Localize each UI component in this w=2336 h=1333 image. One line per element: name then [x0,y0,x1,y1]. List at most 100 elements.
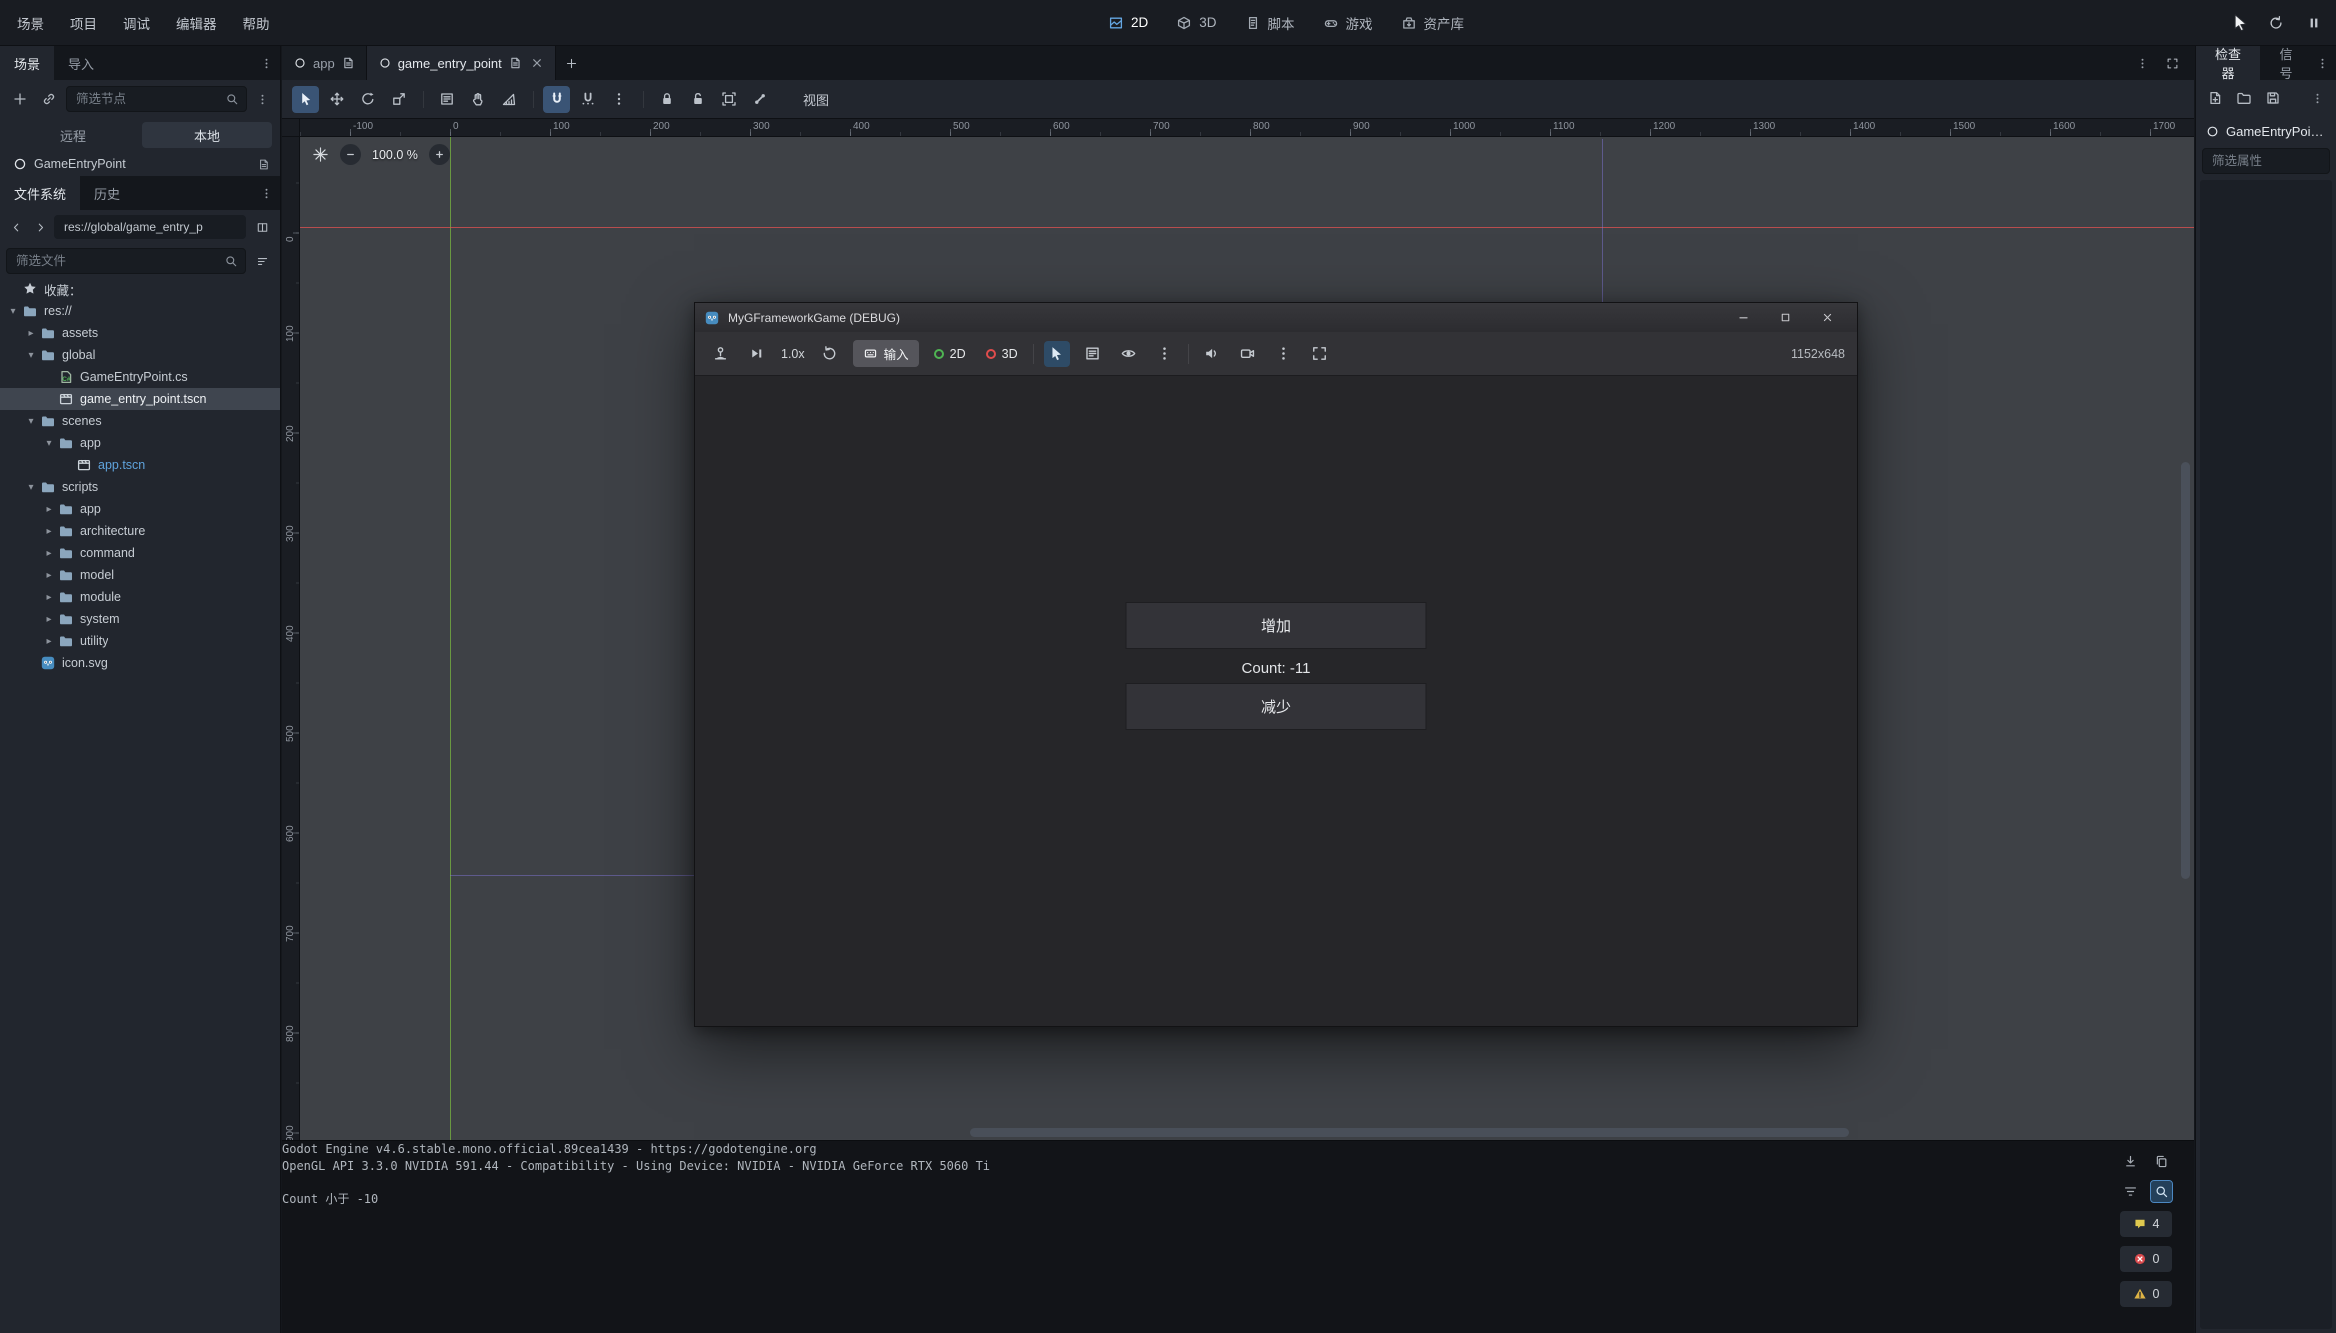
canvas[interactable]: 100.0 % MyGFrameworkGame (DEBUG) [300,137,2194,1140]
filter-messages-button[interactable] [2120,1181,2141,1202]
mode-2d-button[interactable]: 2D [929,343,971,365]
restart-game-button[interactable] [2264,11,2288,35]
game-node-list-button[interactable] [1080,341,1106,367]
mute-audio-button[interactable] [1199,341,1225,367]
menu-help[interactable]: 帮助 [230,0,283,45]
debug-session-icon[interactable] [707,341,733,367]
errors-count-badge[interactable]: 0 [2120,1246,2172,1272]
menu-debug[interactable]: 调试 [110,0,163,45]
group-button[interactable] [715,86,742,113]
playback-speed-button[interactable]: 1.0x [779,347,807,361]
copy-output-button[interactable] [2151,1151,2172,1172]
center-view-icon[interactable] [312,146,329,163]
instance-scene-button[interactable] [37,87,61,111]
snap-options-button[interactable] [605,86,632,113]
window-maximize-button[interactable] [1764,303,1806,332]
workspace-2d-button[interactable]: 2D [1095,10,1161,36]
workspace-game-button[interactable]: 游戏 [1310,8,1386,38]
workspace-assetlib-button[interactable]: 资产库 [1388,8,1478,38]
embed-fullscreen-button[interactable] [1307,341,1333,367]
scene-tabs-menu-icon[interactable] [2132,51,2152,75]
load-resource-icon[interactable] [2234,88,2254,108]
filter-nodes-input[interactable] [74,91,219,107]
tab-signals[interactable]: 信号 [2260,46,2312,80]
save-resource-icon[interactable] [2263,88,2283,108]
menu-scene[interactable]: 场景 [4,0,57,45]
movie-maker-button[interactable] [1235,341,1261,367]
warnings-count-badge[interactable]: 0 [2120,1281,2172,1307]
menu-project[interactable]: 项目 [57,0,110,45]
smart-snap-button[interactable] [543,86,570,113]
grid-snap-button[interactable] [574,86,601,113]
game-visibility-button[interactable] [1116,341,1142,367]
window-minimize-button[interactable] [1722,303,1764,332]
move-tool-button[interactable] [323,86,350,113]
view-menu-button[interactable]: 视图 [793,86,839,113]
window-close-button[interactable] [1806,303,1848,332]
zoom-level-label[interactable]: 100.0 % [372,148,418,162]
tab-scene-dock[interactable]: 场景 [0,46,54,80]
increase-button[interactable]: 增加 [1126,602,1427,649]
workspace-3d-button[interactable]: 3D [1163,10,1229,36]
pan-tool-button[interactable] [464,86,491,113]
rotate-tool-button[interactable] [354,86,381,113]
selection-list-button[interactable] [433,86,460,113]
scene-tab-app[interactable]: app [282,46,367,80]
close-scene-tab-icon[interactable] [530,56,544,70]
ruler-tool-button[interactable] [495,86,522,113]
pause-game-button[interactable] [2302,11,2326,35]
filter-files-field[interactable] [6,248,246,274]
local-button[interactable]: 本地 [142,122,272,148]
inspector-tools-icon[interactable] [2307,86,2327,110]
workspace-script-button[interactable]: 脚本 [1232,8,1308,38]
filter-nodes-field[interactable] [66,86,247,112]
current-path-input[interactable] [62,219,238,235]
history-back-button[interactable] [6,215,26,239]
skeleton-options-button[interactable] [746,86,773,113]
filesystem-menu-icon[interactable] [256,181,276,205]
tab-import-dock[interactable]: 导入 [54,46,108,80]
inspected-node-row[interactable]: GameEntryPoint... [2196,116,2336,146]
game-title-bar[interactable]: MyGFrameworkGame (DEBUG) [695,303,1857,332]
reset-speed-button[interactable] [817,341,843,367]
game-tool-options-icon[interactable] [1152,341,1178,367]
select-tool-button[interactable] [292,86,319,113]
menu-editor[interactable]: 编辑器 [163,0,230,45]
zoom-out-button[interactable] [340,144,361,165]
filesystem-dock: 文件系统 历史 [0,176,280,777]
history-forward-button[interactable] [30,215,50,239]
new-scene-tab-button[interactable] [560,51,584,75]
add-node-button[interactable] [8,87,32,111]
vertical-scrollbar[interactable] [2181,462,2190,879]
game-select-tool-button[interactable] [1044,341,1070,367]
scene-tab-game-entry-point[interactable]: game_entry_point [367,46,556,80]
horizontal-scrollbar[interactable] [970,1128,1849,1137]
input-mode-button[interactable]: 输入 [853,340,919,367]
next-frame-button[interactable] [743,341,769,367]
new-resource-icon[interactable] [2205,88,2225,108]
tab-history[interactable]: 历史 [80,176,134,210]
scene-tree-menu-icon[interactable] [252,87,272,111]
lock-button[interactable] [653,86,680,113]
tab-filesystem[interactable]: 文件系统 [0,176,80,210]
game-menu-icon[interactable] [1271,341,1297,367]
distraction-free-icon[interactable] [2160,51,2184,75]
filter-properties-input[interactable] [2210,153,2322,169]
unlock-button[interactable] [684,86,711,113]
zoom-in-button[interactable] [429,144,450,165]
filter-files-input[interactable] [14,253,218,269]
toggle-split-mode-icon[interactable] [250,215,274,239]
debugger-messages-badge[interactable]: 4 [2120,1211,2172,1237]
decrease-button[interactable]: 减少 [1126,683,1427,730]
scene-dock-menu-icon[interactable] [256,51,276,75]
filter-properties-field[interactable] [2202,148,2330,174]
tab-inspector[interactable]: 检查器 [2196,46,2260,80]
search-output-button[interactable] [2151,1181,2172,1202]
current-path-field[interactable] [54,215,246,239]
mode-3d-button[interactable]: 3D [981,343,1023,365]
remote-button[interactable]: 远程 [8,122,138,148]
inspector-menu-icon[interactable] [2312,51,2332,75]
file-sort-icon[interactable] [250,249,274,273]
scale-tool-button[interactable] [385,86,412,113]
scroll-to-end-button[interactable] [2120,1151,2141,1172]
